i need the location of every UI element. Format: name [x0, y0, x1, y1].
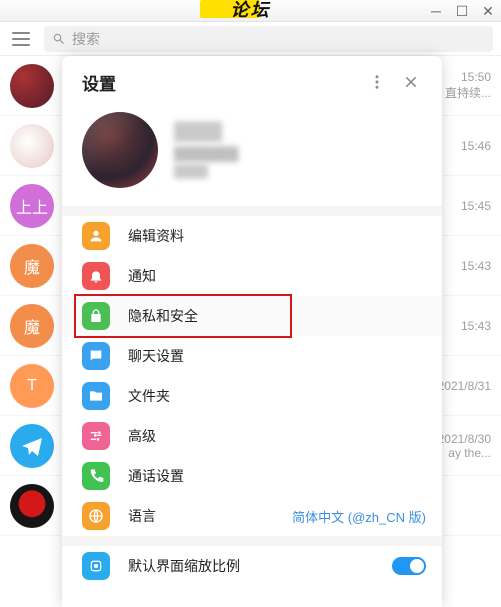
- title-flag: [200, 0, 260, 18]
- sliders-icon: [82, 422, 110, 450]
- globe-icon: [82, 502, 110, 530]
- avatar: 上上: [10, 184, 54, 228]
- menu-advanced[interactable]: 高级: [62, 416, 442, 456]
- window-maximize-button[interactable]: ☐: [455, 4, 469, 18]
- chat-snippet: ay the...: [438, 446, 491, 460]
- bell-icon: [82, 262, 110, 290]
- section-divider: [62, 206, 442, 216]
- menu-default-scale[interactable]: 默认界面缩放比例: [62, 546, 442, 586]
- edit-icon: [82, 222, 110, 250]
- profile-avatar: [82, 112, 158, 188]
- menu-calls[interactable]: 通话设置: [62, 456, 442, 496]
- search-icon: [52, 32, 66, 46]
- avatar: [10, 64, 54, 108]
- menu-label: 隐私和安全: [128, 306, 198, 326]
- menu-language[interactable]: 语言 简体中文 (@zh_CN 版): [62, 496, 442, 536]
- chat-time: 15:45: [461, 199, 491, 213]
- window-close-button[interactable]: ✕: [481, 4, 495, 18]
- menu-privacy[interactable]: 隐私和安全: [62, 296, 442, 336]
- menu-label: 通知: [128, 266, 156, 286]
- search-placeholder: 搜索: [72, 29, 100, 49]
- dots-vertical-icon: [368, 73, 386, 91]
- avatar: [10, 124, 54, 168]
- scale-icon: [82, 552, 110, 580]
- chat-time: 2021/8/30: [438, 432, 491, 446]
- chat-time: 15:50: [445, 70, 491, 84]
- settings-title: 设置: [82, 70, 116, 95]
- chat-icon: [82, 342, 110, 370]
- chat-time: 15:43: [461, 319, 491, 333]
- menu-folders[interactable]: 文件夹: [62, 376, 442, 416]
- window-minimize-button[interactable]: ─: [429, 4, 443, 18]
- avatar: [10, 424, 54, 468]
- menu-label: 默认界面缩放比例: [128, 556, 240, 576]
- menu-label: 编辑资料: [128, 226, 184, 246]
- chat-time: 15:43: [461, 259, 491, 273]
- avatar: 魔: [10, 304, 54, 348]
- profile-username: ████: [174, 164, 238, 178]
- settings-panel: 设置 ████ ███████ ████ 编辑资料 通知 隐私和安全: [62, 56, 442, 607]
- chat-snippet: 直持续...: [445, 84, 491, 101]
- settings-menu: 编辑资料 通知 隐私和安全 聊天设置 文件夹 高级 通话设置 语: [62, 216, 442, 586]
- folder-icon: [82, 382, 110, 410]
- profile-block[interactable]: ████ ███████ ████: [62, 108, 442, 206]
- close-icon: [403, 74, 419, 90]
- profile-phone: ███████: [174, 146, 238, 161]
- search-input[interactable]: 搜索: [44, 26, 493, 52]
- menu-label: 聊天设置: [128, 346, 184, 366]
- chat-time: 2021/8/31: [438, 379, 491, 393]
- menu-edit-profile[interactable]: 编辑资料: [62, 216, 442, 256]
- more-button[interactable]: [360, 65, 394, 99]
- telegram-icon: [20, 434, 44, 458]
- avatar: [10, 484, 54, 528]
- chat-time: 15:46: [461, 139, 491, 153]
- menu-notifications[interactable]: 通知: [62, 256, 442, 296]
- language-value: 简体中文 (@zh_CN 版): [292, 507, 426, 526]
- menu-button[interactable]: [8, 26, 34, 52]
- settings-header: 设置: [62, 56, 442, 108]
- scale-toggle[interactable]: [392, 557, 426, 575]
- menu-label: 通话设置: [128, 466, 184, 486]
- phone-icon: [82, 462, 110, 490]
- lock-icon: [82, 302, 110, 330]
- menu-chat-settings[interactable]: 聊天设置: [62, 336, 442, 376]
- menu-label: 语言: [128, 506, 156, 526]
- main-toolbar: 搜索: [0, 22, 501, 56]
- window-title-bar: 论坛 ─ ☐ ✕: [0, 0, 501, 22]
- section-divider: [62, 536, 442, 546]
- profile-name: ████: [174, 122, 238, 142]
- menu-label: 高级: [128, 426, 156, 446]
- close-button[interactable]: [394, 65, 428, 99]
- avatar: T: [10, 364, 54, 408]
- menu-label: 文件夹: [128, 386, 170, 406]
- avatar: 魔: [10, 244, 54, 288]
